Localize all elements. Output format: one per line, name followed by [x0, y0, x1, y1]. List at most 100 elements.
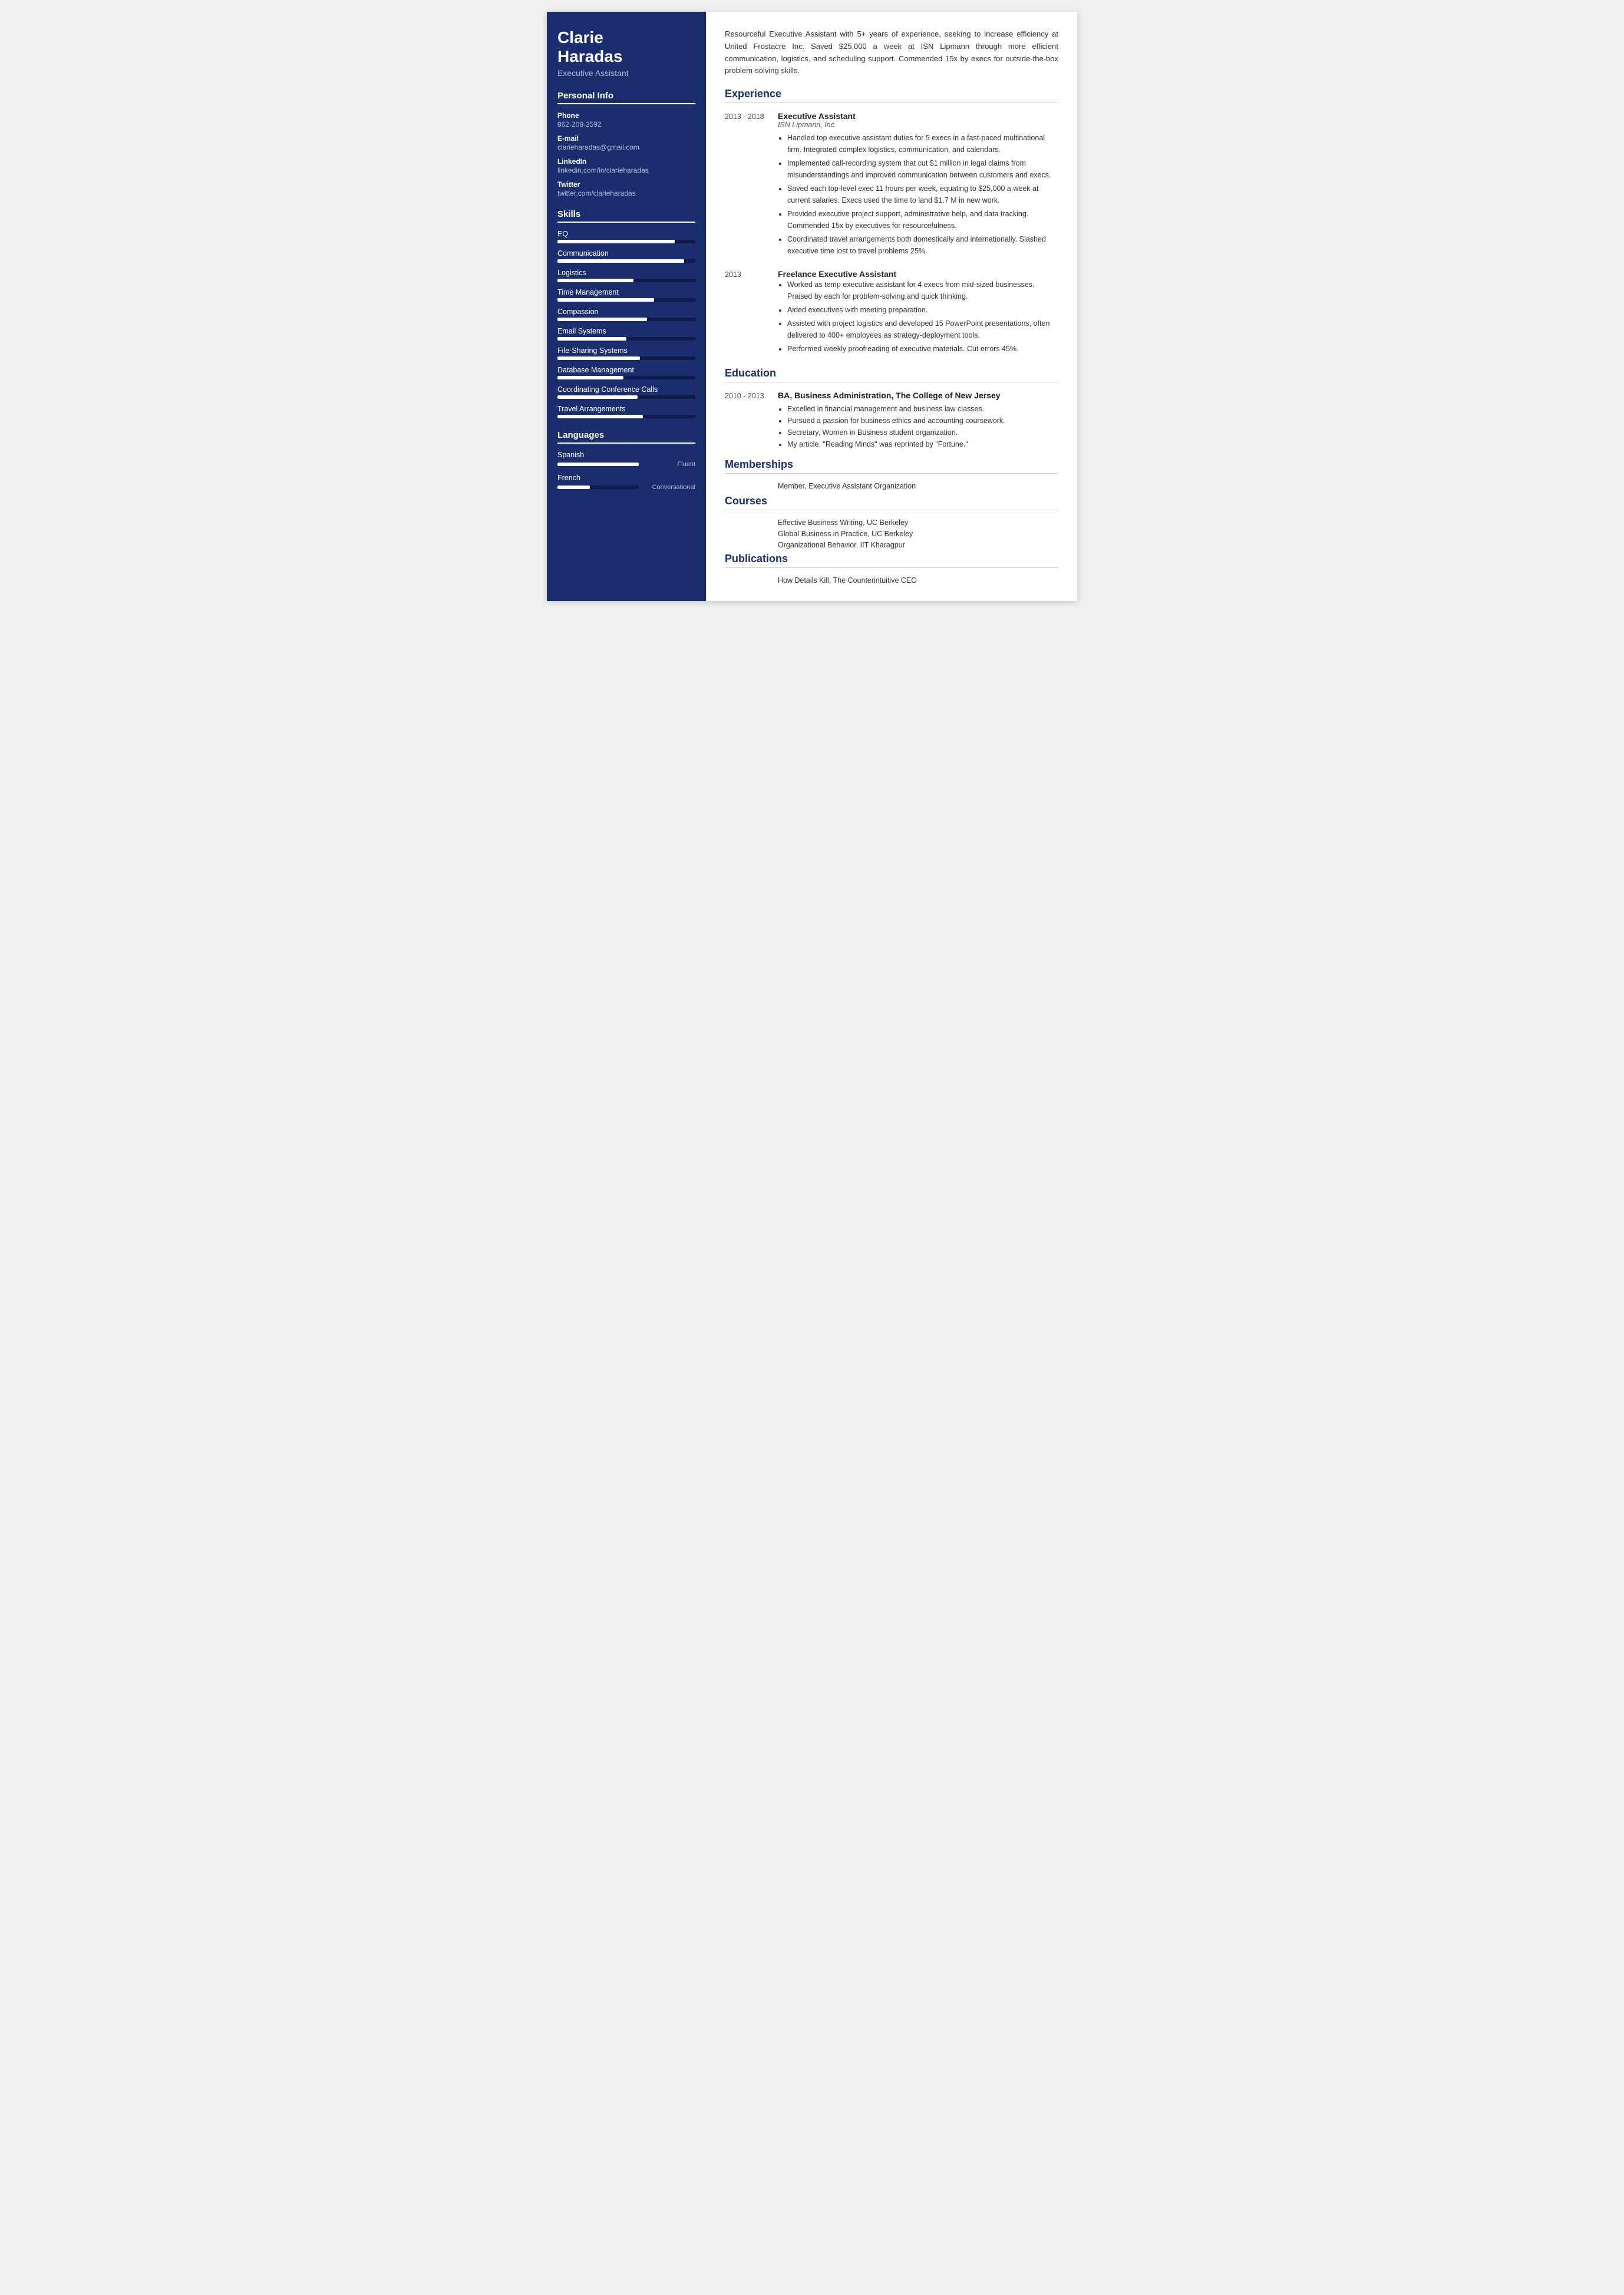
language-name: French	[557, 474, 695, 482]
linkedin-label: LinkedIn	[557, 157, 695, 166]
language-name: Spanish	[557, 451, 695, 459]
skill-name: EQ	[557, 230, 695, 238]
skill-bar-bg	[557, 298, 695, 302]
publication-spacer	[725, 576, 767, 585]
language-level: Conversational	[642, 484, 695, 491]
skill-bar-bg	[557, 415, 695, 418]
experience-company: ISN Lipmann, Inc.	[778, 121, 1058, 129]
twitter-value: twitter.com/clarieharadas	[557, 189, 695, 197]
skill-bar-fill	[557, 298, 654, 302]
course-entry: Organizational Behavior, IIT Kharagpur	[725, 541, 1058, 549]
main-content: Resourceful Executive Assistant with 5+ …	[706, 12, 1077, 601]
skill-bar-fill	[557, 376, 623, 379]
skill-bar-bg	[557, 259, 695, 263]
education-bullet: Excelled in financial management and bus…	[787, 403, 1058, 415]
skill-name: File-Sharing Systems	[557, 346, 695, 355]
course-spacer	[725, 530, 767, 538]
membership-content: Member, Executive Assistant Organization	[778, 482, 916, 490]
experience-bullet: Provided executive project support, admi…	[787, 208, 1058, 232]
courses-list: Effective Business Writing, UC Berkeley G…	[725, 519, 1058, 549]
email-label: E-mail	[557, 134, 695, 143]
experience-dates: 2013	[725, 269, 767, 356]
publication-content: How Details Kill, The Counterintuitive C…	[778, 576, 917, 585]
skill-bar-fill	[557, 337, 626, 341]
skill-name: Coordinating Conference Calls	[557, 385, 695, 394]
education-content: BA, Business Administration, The College…	[778, 391, 1058, 450]
language-bar-fill	[557, 486, 590, 489]
publication-entry: How Details Kill, The Counterintuitive C…	[725, 576, 1058, 585]
membership-entry: Member, Executive Assistant Organization	[725, 482, 1058, 490]
experience-bullets: Handled top executive assistant duties f…	[778, 132, 1058, 257]
phone-label: Phone	[557, 111, 695, 120]
course-spacer	[725, 541, 767, 549]
experience-dates: 2013 - 2018	[725, 111, 767, 259]
skill-name: Time Management	[557, 288, 695, 296]
education-bullet: Secretary, Women in Business student org…	[787, 427, 1058, 438]
skill-bar-bg	[557, 318, 695, 321]
courses-section-title: Courses	[725, 495, 1058, 510]
phone-value: 862-208-2592	[557, 120, 695, 128]
course-content: Effective Business Writing, UC Berkeley	[778, 519, 908, 527]
skill-bar-fill	[557, 318, 647, 321]
skill-bar-fill	[557, 279, 633, 282]
skills-list: EQ Communication Logistics Time Management C…	[557, 230, 695, 418]
education-section-title: Education	[725, 367, 1058, 382]
skills-section-title: Skills	[557, 209, 695, 223]
experience-entry: 2013 Freelance Executive AssistantWorked …	[725, 269, 1058, 356]
course-content: Organizational Behavior, IIT Kharagpur	[778, 541, 905, 549]
skill-name: Travel Arrangements	[557, 405, 695, 413]
resume-container: Clarie Haradas Executive Assistant Perso…	[547, 12, 1077, 601]
experience-bullet: Worked as temp executive assistant for 4…	[787, 279, 1058, 302]
skill-bar-bg	[557, 356, 695, 360]
languages-list: Spanish Fluent French Conversational	[557, 451, 695, 491]
membership-spacer	[725, 482, 767, 490]
education-degree: BA, Business Administration, The College…	[778, 391, 1058, 400]
education-entry: 2010 - 2013 BA, Business Administration, …	[725, 391, 1058, 450]
memberships-section-title: Memberships	[725, 458, 1058, 474]
education-bullet: Pursued a passion for business ethics an…	[787, 415, 1058, 427]
experience-bullet: Aided executives with meeting preparatio…	[787, 304, 1058, 316]
skill-bar-fill	[557, 356, 640, 360]
language-level: Fluent	[642, 461, 695, 468]
sidebar: Clarie Haradas Executive Assistant Perso…	[547, 12, 706, 601]
education-bullet: My article, "Reading Minds" was reprinte…	[787, 438, 1058, 450]
language-bar-bg	[557, 486, 639, 489]
language-bar-row: Fluent	[557, 461, 695, 468]
experience-list: 2013 - 2018 Executive AssistantISN Lipman…	[725, 111, 1058, 356]
experience-bullets: Worked as temp executive assistant for 4…	[778, 279, 1058, 355]
skill-bar-bg	[557, 376, 695, 379]
skill-name: Email Systems	[557, 327, 695, 335]
course-entry: Effective Business Writing, UC Berkeley	[725, 519, 1058, 527]
language-bar-fill	[557, 463, 639, 466]
experience-bullet: Handled top executive assistant duties f…	[787, 132, 1058, 156]
skill-bar-fill	[557, 240, 675, 243]
email-value: clarieharadas@gmail.com	[557, 143, 695, 151]
experience-entry: 2013 - 2018 Executive AssistantISN Lipman…	[725, 111, 1058, 259]
skill-bar-fill	[557, 415, 643, 418]
experience-bullet: Implemented call-recording system that c…	[787, 157, 1058, 181]
skill-bar-bg	[557, 395, 695, 399]
experience-content: Executive AssistantISN Lipmann, Inc. Hand…	[778, 111, 1058, 259]
language-bar-row: Conversational	[557, 484, 695, 491]
candidate-title: Executive Assistant	[557, 68, 695, 78]
skill-name: Communication	[557, 249, 695, 257]
candidate-name: Clarie Haradas	[557, 28, 695, 66]
experience-content: Freelance Executive AssistantWorked as t…	[778, 269, 1058, 356]
personal-info-section-title: Personal Info	[557, 91, 695, 104]
summary-text: Resourceful Executive Assistant with 5+ …	[725, 28, 1058, 77]
course-entry: Global Business in Practice, UC Berkeley	[725, 530, 1058, 538]
linkedin-value: linkedin.com/in/clarieharadas	[557, 166, 695, 174]
skill-bar-bg	[557, 240, 695, 243]
education-list: 2010 - 2013 BA, Business Administration, …	[725, 391, 1058, 450]
experience-job-title: Executive Assistant	[778, 111, 1058, 121]
education-dates: 2010 - 2013	[725, 391, 767, 450]
language-bar-bg	[557, 463, 639, 466]
skill-name: Database Management	[557, 366, 695, 374]
skill-name: Compassion	[557, 308, 695, 316]
skill-bar-fill	[557, 259, 684, 263]
experience-bullet: Coordinated travel arrangements both dom…	[787, 233, 1058, 257]
skill-name: Logistics	[557, 269, 695, 277]
languages-section-title: Languages	[557, 430, 695, 444]
course-content: Global Business in Practice, UC Berkeley	[778, 530, 913, 538]
twitter-label: Twitter	[557, 180, 695, 189]
